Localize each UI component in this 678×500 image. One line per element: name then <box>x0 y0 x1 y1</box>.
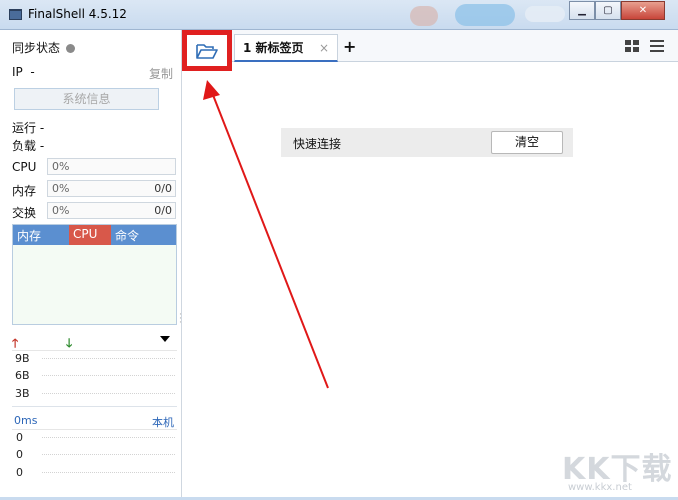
net-label-3b: 3B <box>15 387 30 400</box>
close-button[interactable]: ✕ <box>621 1 665 20</box>
folder-open-icon <box>196 43 218 59</box>
swap-percent: 0% <box>52 204 70 217</box>
column-header-mem[interactable]: 内存 <box>13 225 69 245</box>
ping-value: 0 <box>16 431 23 444</box>
ping-label: 0ms <box>14 414 38 427</box>
sync-status: 同步状态 <box>12 39 76 56</box>
clear-button[interactable]: 清空 <box>491 131 563 154</box>
load-row: 负载 - <box>12 137 44 154</box>
mem-meter: 0% 0/0 <box>47 180 176 197</box>
ping-graph: 0 0 0 <box>12 429 177 483</box>
column-header-command[interactable]: 命令 <box>111 225 176 245</box>
splitter-handle[interactable]: · · · <box>179 311 182 328</box>
blurred-item <box>525 6 565 22</box>
window-title: FinalShell 4.5.12 <box>28 7 127 21</box>
window-controls: ▁ ▢ ✕ <box>569 1 665 21</box>
cpu-meter: 0% <box>47 158 176 175</box>
app-icon <box>9 9 22 20</box>
ip-label: IP <box>12 65 23 79</box>
uptime-value: - <box>39 121 45 135</box>
watermark-url: www.kkx.net <box>568 482 632 493</box>
net-label-6b: 6B <box>15 369 30 382</box>
left-panel: 同步状态 IP - 复制 系统信息 运行 - 负载 - CPU 0% 内存 0%… <box>0 30 182 500</box>
status-dot-icon <box>66 44 76 53</box>
cpu-percent: 0% <box>52 160 70 173</box>
open-folder-button[interactable] <box>182 30 232 71</box>
blurred-badge <box>410 6 438 26</box>
tab-new[interactable]: 1 新标签页 × <box>234 34 338 62</box>
mem-label: 内存 <box>12 184 37 198</box>
divider <box>12 406 177 407</box>
quick-connect-label: 快速连接 <box>293 137 342 151</box>
menu-icon[interactable] <box>650 40 664 52</box>
ip-row: IP - <box>12 65 35 79</box>
quick-connect-bar: 快速连接 清空 <box>281 128 573 157</box>
uptime-row: 运行 - <box>12 119 44 136</box>
ip-value: - <box>30 65 35 79</box>
copy-button[interactable]: 复制 <box>149 65 173 82</box>
net-gridline <box>42 358 175 359</box>
load-value: - <box>39 139 45 153</box>
network-dropdown-icon[interactable] <box>160 336 170 342</box>
ping-value: 0 <box>16 466 23 479</box>
process-table[interactable]: 内存 CPU 命令 <box>12 224 177 325</box>
swap-ratio: 0/0 <box>154 204 172 217</box>
maximize-button[interactable]: ▢ <box>595 1 621 20</box>
net-gridline <box>42 393 175 394</box>
network-graph: 9B 6B 3B <box>12 350 177 404</box>
net-gridline <box>42 375 175 376</box>
load-label: 负载 <box>12 139 37 153</box>
process-table-header: 内存 CPU 命令 <box>13 225 176 245</box>
minimize-button[interactable]: ▁ <box>569 1 595 20</box>
swap-meter: 0% 0/0 <box>47 202 176 219</box>
add-tab-button[interactable]: + <box>343 37 356 56</box>
net-label-9b: 9B <box>15 352 30 365</box>
ping-value: 0 <box>16 448 23 461</box>
tab-label: 1 新标签页 <box>243 41 304 55</box>
title-bar: FinalShell 4.5.12 ▁ ▢ ✕ <box>0 0 678 30</box>
mem-percent: 0% <box>52 182 70 195</box>
sysinfo-button[interactable]: 系统信息 <box>14 88 159 110</box>
ping-gridline <box>42 472 175 473</box>
mem-ratio: 0/0 <box>154 182 172 195</box>
ping-gridline <box>42 454 175 455</box>
local-label[interactable]: 本机 <box>152 414 174 430</box>
sync-status-label: 同步状态 <box>12 41 61 55</box>
uptime-label: 运行 <box>12 121 37 135</box>
blurred-button <box>455 4 515 26</box>
column-header-cpu[interactable]: CPU <box>69 225 111 245</box>
cpu-label: CPU <box>12 160 37 174</box>
tab-close-icon[interactable]: × <box>319 41 329 55</box>
ping-gridline <box>42 437 175 438</box>
swap-label: 交换 <box>12 206 37 220</box>
grid-view-icon[interactable] <box>625 40 639 52</box>
